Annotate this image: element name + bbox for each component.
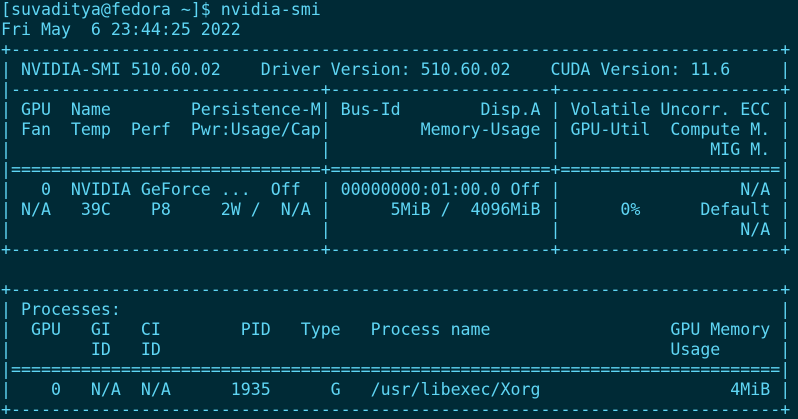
output-line: | N/A 39C P8 2W / N/A | 5MiB / 4096MiB |… — [1, 200, 791, 219]
output-line: |=======================================… — [1, 360, 791, 379]
output-line: +---------------------------------------… — [1, 40, 791, 59]
output-line: |===============================+=======… — [1, 160, 791, 179]
output-line: | NVIDIA-SMI 510.60.02 Driver Version: 5… — [1, 60, 791, 79]
output-line: | | | N/A | — [1, 220, 791, 239]
output-line: | | | MIG M. | — [1, 140, 791, 159]
output-line: | ID ID Usage | — [1, 340, 791, 359]
output-line: | Fan Temp Perf Pwr:Usage/Cap| Memory-Us… — [1, 120, 791, 139]
output-line: +-------------------------------+-------… — [1, 240, 791, 259]
output-line: +---------------------------------------… — [1, 400, 791, 419]
output-line: | 0 N/A N/A 1935 G /usr/libexec/Xorg 4Mi… — [1, 380, 791, 399]
output-line: | 0 NVIDIA GeForce ... Off | 00000000:01… — [1, 180, 791, 199]
terminal-window[interactable]: [suvaditya@fedora ~]$ nvidia-smi Fri May… — [0, 0, 798, 419]
output-line: +---------------------------------------… — [1, 280, 791, 299]
output-line: |-------------------------------+-------… — [1, 80, 791, 99]
shell-prompt-line: [suvaditya@fedora ~]$ nvidia-smi — [1, 0, 321, 19]
nvidia-smi-output: +---------------------------------------… — [1, 40, 798, 419]
output-line: | GPU GI CI PID Type Process name GPU Me… — [1, 320, 791, 339]
output-line: | GPU Name Persistence-M| Bus-Id Disp.A … — [1, 100, 791, 119]
output-line: | Processes: | — [1, 300, 791, 319]
date-output-line: Fri May 6 23:44:25 2022 — [1, 20, 241, 39]
